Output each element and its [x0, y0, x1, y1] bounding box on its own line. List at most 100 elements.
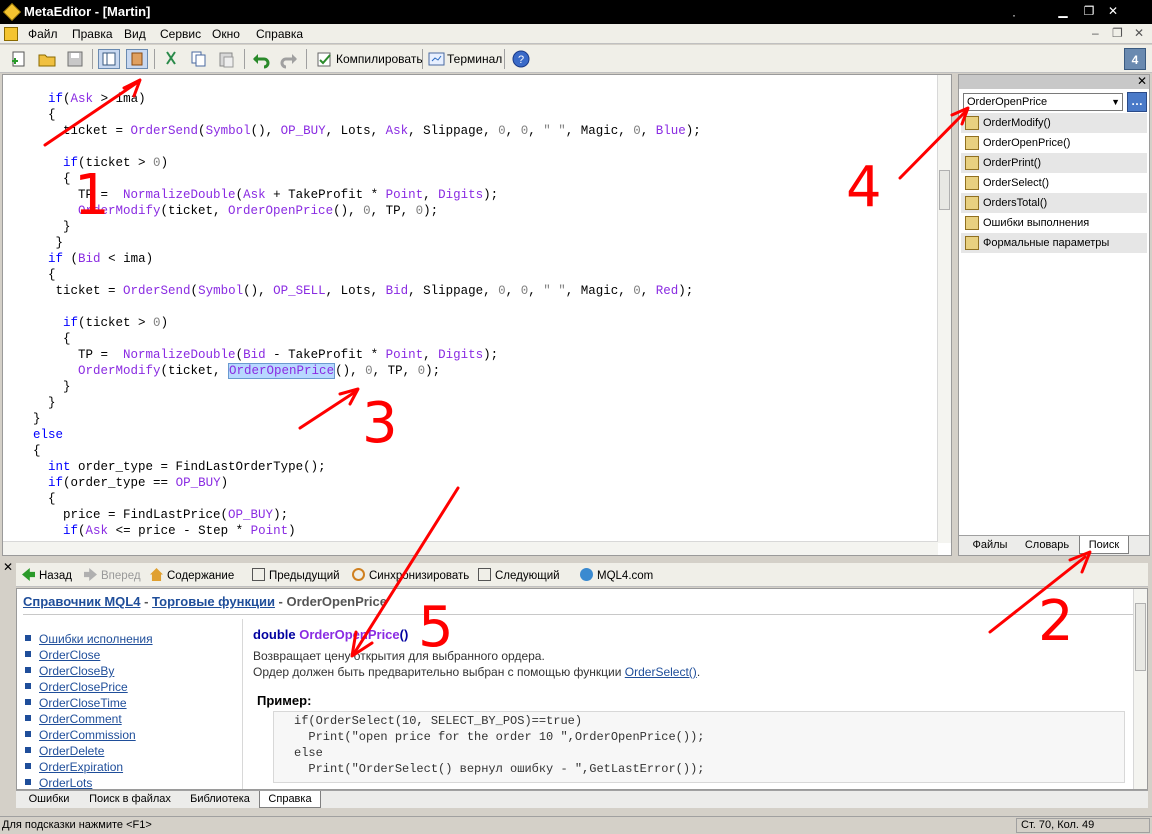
search-combobox[interactable]: OrderOpenPrice ▼ [963, 93, 1123, 111]
save-icon[interactable] [64, 49, 86, 69]
menu-view[interactable]: Вид [124, 27, 146, 41]
help-icon[interactable]: ? [510, 49, 532, 69]
redo-icon[interactable] [278, 49, 300, 69]
compile-icon[interactable] [314, 49, 336, 69]
toolbar-badge[interactable]: 4 [1124, 48, 1146, 70]
previous-button[interactable]: Предыдущий [252, 568, 340, 582]
copy-icon[interactable] [188, 49, 210, 69]
code-line[interactable]: } [3, 219, 71, 235]
function-link[interactable]: OrderComment [39, 712, 122, 726]
compile-button[interactable]: Компилировать [336, 52, 423, 66]
code-line[interactable]: } [3, 235, 64, 251]
tab-search[interactable]: Поиск [1079, 536, 1129, 554]
code-line[interactable]: if(ticket > 0) [3, 315, 168, 331]
forward-button[interactable]: Вперед [84, 568, 141, 582]
code-line[interactable]: ticket = OrderSend(Symbol(), OP_BUY, Lot… [3, 123, 701, 139]
code-line[interactable]: { [3, 107, 56, 123]
tab-find-in-files[interactable]: Поиск в файлах [80, 791, 180, 808]
scrollbar-thumb[interactable] [939, 170, 950, 210]
code-line[interactable]: } [3, 379, 71, 395]
code-line[interactable]: { [3, 443, 41, 459]
search-result-item[interactable]: OrdersTotal() [961, 193, 1147, 213]
code-line[interactable]: int order_type = FindLastOrderType(); [3, 459, 326, 475]
code-line[interactable]: price = FindLastPrice(OP_BUY); [3, 507, 288, 523]
mdi-close-icon[interactable]: ✕ [1134, 26, 1144, 40]
back-button[interactable]: Назад [22, 568, 72, 582]
scrollbar-thumb[interactable] [1135, 603, 1146, 671]
help-vertical-scrollbar[interactable] [1133, 589, 1147, 789]
mql4-site-button[interactable]: MQL4.com [580, 568, 653, 582]
mdi-minimize-icon[interactable]: – [1092, 26, 1099, 40]
code-line[interactable]: { [3, 171, 71, 187]
tab-errors[interactable]: Ошибки [20, 791, 78, 808]
breadcrumb-trade-functions[interactable]: Торговые функции [152, 594, 275, 609]
menu-file[interactable]: Файл [28, 27, 58, 41]
code-line[interactable]: } [3, 411, 41, 427]
function-link[interactable]: OrderCloseTime [39, 696, 127, 710]
new-file-icon[interactable] [8, 49, 30, 69]
function-link[interactable]: OrderClosePrice [39, 680, 128, 694]
function-link[interactable]: OrderClose [39, 648, 100, 662]
search-result-item[interactable]: OrderModify() [961, 113, 1147, 133]
code-line[interactable]: { [3, 267, 56, 283]
document-icon[interactable] [4, 27, 18, 41]
navigator-toggle-icon[interactable] [98, 49, 120, 69]
menu-help[interactable]: Справка [256, 27, 303, 41]
window-close-icon[interactable]: ✕ [1102, 2, 1124, 21]
function-link[interactable]: OrderCloseBy [39, 664, 114, 678]
orderselect-link[interactable]: OrderSelect() [625, 665, 697, 679]
code-line[interactable]: if (Bid < ima) [3, 251, 153, 267]
editor-vertical-scrollbar[interactable] [937, 75, 951, 543]
open-folder-icon[interactable] [36, 49, 58, 69]
function-list-item[interactable]: OrderClosePrice [25, 680, 128, 696]
mdi-restore-icon[interactable]: ❐ [1112, 26, 1123, 40]
dropdown-arrow-icon[interactable]: ▼ [1111, 94, 1120, 110]
search-result-item[interactable]: Ошибки выполнения [961, 213, 1147, 233]
code-line[interactable]: OrderModify(ticket, OrderOpenPrice(), 0,… [3, 363, 440, 379]
tab-library[interactable]: Библиотека [182, 791, 258, 808]
code-line[interactable]: TP = NormalizeDouble(Bid - TakeProfit * … [3, 347, 498, 363]
function-list-item[interactable]: OrderCommission [25, 728, 136, 744]
paste-icon[interactable] [216, 49, 238, 69]
breadcrumb-mql4-reference[interactable]: Справочник MQL4 [23, 594, 140, 609]
tab-dictionary[interactable]: Словарь [1019, 536, 1075, 554]
code-line[interactable]: if(order_type == OP_BUY) [3, 475, 228, 491]
undo-icon[interactable] [250, 49, 272, 69]
navigator-close-icon[interactable]: ✕ [1137, 74, 1147, 88]
function-link[interactable]: OrderLots [39, 776, 92, 789]
search-button[interactable]: … [1127, 92, 1147, 112]
function-list-item[interactable]: OrderLots [25, 776, 92, 789]
toolbox-close-icon[interactable]: ✕ [3, 560, 13, 574]
cut-icon[interactable] [160, 49, 182, 69]
menu-edit[interactable]: Правка [72, 27, 113, 41]
code-line[interactable]: if(ticket > 0) [3, 155, 168, 171]
function-list-item[interactable]: Ошибки исполнения [25, 632, 153, 648]
terminal-icon[interactable] [426, 49, 448, 69]
toolbox-toggle-icon[interactable] [126, 49, 148, 69]
code-line[interactable]: if(Ask > ima) [3, 91, 146, 107]
sync-button[interactable]: Синхронизировать [352, 568, 469, 582]
tab-files[interactable]: Файлы [963, 536, 1017, 554]
function-list-item[interactable]: OrderClose [25, 648, 100, 664]
code-line[interactable]: { [3, 491, 56, 507]
code-line[interactable]: TP = NormalizeDouble(Ask + TakeProfit * … [3, 187, 498, 203]
code-line[interactable]: if(Ask <= price - Step * Point) [3, 523, 296, 539]
contents-button[interactable]: Содержание [150, 568, 234, 582]
menu-window[interactable]: Окно [212, 27, 240, 41]
function-list-item[interactable]: OrderDelete [25, 744, 104, 760]
function-list-item[interactable]: OrderComment [25, 712, 122, 728]
search-result-item[interactable]: Формальные параметры [961, 233, 1147, 253]
code-line[interactable]: { [3, 331, 71, 347]
search-result-item[interactable]: OrderOpenPrice() [961, 133, 1147, 153]
restore-icon[interactable]: ❐ [1078, 2, 1100, 21]
function-link[interactable]: OrderExpiration [39, 760, 123, 774]
function-link[interactable]: OrderCommission [39, 728, 136, 742]
terminal-button[interactable]: Терминал [447, 52, 502, 66]
next-button[interactable]: Следующий [478, 568, 560, 582]
function-link[interactable]: OrderDelete [39, 744, 104, 758]
function-list-item[interactable]: OrderExpiration [25, 760, 123, 776]
function-list-item[interactable]: OrderCloseBy [25, 664, 114, 680]
code-line[interactable]: ticket = OrderSend(Symbol(), OP_SELL, Lo… [3, 283, 694, 299]
editor-horizontal-scrollbar[interactable] [3, 541, 938, 555]
search-result-item[interactable]: OrderPrint() [961, 153, 1147, 173]
